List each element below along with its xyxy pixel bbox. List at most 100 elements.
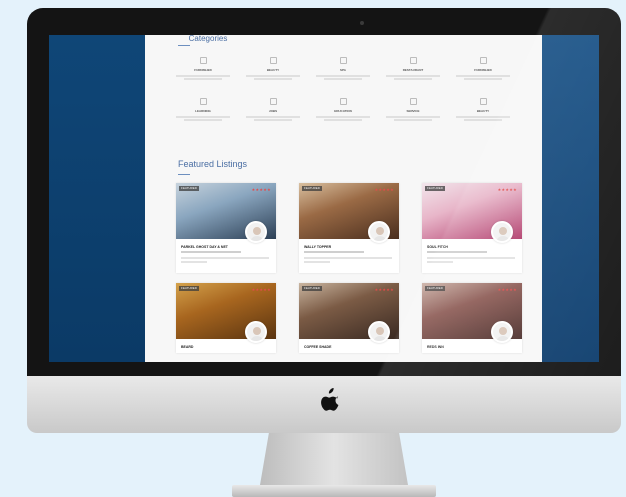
listing-desc — [427, 261, 453, 263]
spa-icon — [339, 57, 347, 64]
listing-title[interactable]: BEARD — [181, 345, 193, 349]
cap-icon — [339, 98, 347, 105]
listing-meta — [427, 251, 487, 253]
listings-row: FEATURED ★★★★★ BEARD FEATURED ★★★★★ COFF… — [176, 283, 522, 353]
listing-meta — [181, 251, 241, 253]
category-label: LEARNING — [195, 109, 211, 113]
avatar[interactable] — [245, 321, 267, 343]
listing-title[interactable]: PARKEL GHOST DAY & NET — [181, 245, 228, 249]
rating-stars: ★★★★★ — [374, 287, 394, 292]
listing-meta — [304, 251, 364, 253]
category-item[interactable]: BEAUTY — [243, 57, 303, 80]
category-desc — [316, 75, 370, 77]
category-desc — [324, 78, 362, 80]
featured-badge: FEATURED — [425, 186, 445, 191]
listing-desc — [304, 257, 392, 259]
camera-dot — [360, 21, 364, 25]
category-desc — [246, 116, 300, 118]
category-desc — [184, 119, 222, 121]
category-label: RESTAURANT — [402, 68, 424, 72]
category-label: EDUCATION — [334, 109, 352, 113]
monitor-bezel: Categories FURNISHED BEAUTY SPA RESTAURA… — [27, 8, 621, 376]
listing-desc — [304, 261, 330, 263]
book-icon — [199, 98, 207, 105]
category-desc — [464, 78, 502, 80]
category-desc — [464, 119, 502, 121]
avatar[interactable] — [491, 321, 513, 343]
category-desc — [394, 119, 432, 121]
category-label: BEAUTY — [266, 68, 280, 72]
avatar[interactable] — [491, 221, 513, 243]
category-label: JOBS — [268, 109, 278, 113]
category-desc — [176, 116, 230, 118]
listing-title[interactable]: COFFEE SHADE — [304, 345, 331, 349]
pencil-icon — [269, 98, 277, 105]
listing-card[interactable]: FEATURED ★★★★★ BEARD — [176, 283, 276, 353]
category-item[interactable]: FURNISHED — [453, 57, 513, 80]
listing-title[interactable]: SOUL FITCH — [427, 245, 448, 249]
featured-badge: FEATURED — [302, 286, 322, 291]
rating-stars: ★★★★★ — [374, 187, 394, 192]
featured-underline — [178, 174, 190, 175]
listing-desc — [181, 261, 207, 263]
category-item[interactable]: JOBS — [243, 98, 303, 121]
categories-underline — [178, 45, 190, 46]
category-desc — [456, 116, 510, 118]
avatar[interactable] — [245, 221, 267, 243]
category-item[interactable]: LEARNING — [173, 98, 233, 121]
tag-icon — [199, 57, 207, 64]
listing-card[interactable]: FEATURED ★★★★★ REDS INN — [422, 283, 522, 353]
wrench-icon — [409, 98, 417, 105]
featured-badge: FEATURED — [425, 286, 445, 291]
avatar[interactable] — [368, 321, 390, 343]
category-item[interactable]: EDUCATION — [313, 98, 373, 121]
listing-title[interactable]: REDS INN — [427, 345, 444, 349]
avatar[interactable] — [368, 221, 390, 243]
category-label: FURNISHED — [474, 68, 492, 72]
category-item[interactable]: SPA — [313, 57, 373, 80]
rating-stars: ★★★★★ — [251, 287, 271, 292]
categories-row: LEARNING JOBS EDUCATION SERVICE BEAUTY — [173, 98, 513, 121]
screen-left-panel — [49, 35, 145, 362]
rating-stars: ★★★★★ — [251, 187, 271, 192]
listings-row: FEATURED ★★★★★ PARKEL GHOST DAY & NET FE… — [176, 183, 522, 273]
category-desc — [324, 119, 362, 121]
sofa-icon — [479, 57, 487, 64]
rating-stars: ★★★★★ — [497, 287, 517, 292]
listing-card[interactable]: FEATURED ★★★★★ SOUL FITCH — [422, 183, 522, 273]
featured-title: Featured Listings — [178, 159, 248, 169]
listing-title[interactable]: WALLY TOPPER — [304, 245, 331, 249]
featured-badge: FEATURED — [179, 286, 199, 291]
apple-logo-glyph — [321, 388, 339, 411]
listing-card[interactable]: FEATURED ★★★★★ COFFEE SHADE — [299, 283, 399, 353]
category-item[interactable]: BEAUTY — [453, 98, 513, 121]
monitor-stand-neck — [260, 433, 408, 485]
category-item[interactable]: RESTAURANT — [383, 57, 443, 80]
screen: Categories FURNISHED BEAUTY SPA RESTAURA… — [49, 35, 599, 362]
fork-icon — [409, 57, 417, 64]
categories-row: FURNISHED BEAUTY SPA RESTAURANT FURNISHE… — [173, 57, 513, 80]
star-icon — [479, 98, 487, 105]
category-label: SPA — [340, 68, 346, 72]
listings-grid: FEATURED ★★★★★ PARKEL GHOST DAY & NET FE… — [176, 183, 522, 353]
category-desc — [254, 119, 292, 121]
category-desc — [386, 75, 440, 77]
rating-stars: ★★★★★ — [497, 187, 517, 192]
category-item[interactable]: SERVICE — [383, 98, 443, 121]
categories-grid: FURNISHED BEAUTY SPA RESTAURANT FURNISHE… — [173, 57, 513, 121]
category-desc — [254, 78, 292, 80]
featured-badge: FEATURED — [179, 186, 199, 191]
category-item[interactable]: FURNISHED — [173, 57, 233, 80]
categories-title: Categories — [188, 35, 228, 43]
listing-desc — [181, 257, 269, 259]
screen-right-panel — [542, 35, 599, 362]
category-desc — [316, 116, 370, 118]
listing-card[interactable]: FEATURED ★★★★★ WALLY TOPPER — [299, 183, 399, 273]
listing-desc — [427, 257, 515, 259]
category-desc — [176, 75, 230, 77]
listing-card[interactable]: FEATURED ★★★★★ PARKEL GHOST DAY & NET — [176, 183, 276, 273]
category-label: BEAUTY — [476, 109, 490, 113]
category-label: SERVICE — [406, 109, 420, 113]
category-desc — [246, 75, 300, 77]
web-page: Categories FURNISHED BEAUTY SPA RESTAURA… — [145, 35, 542, 362]
